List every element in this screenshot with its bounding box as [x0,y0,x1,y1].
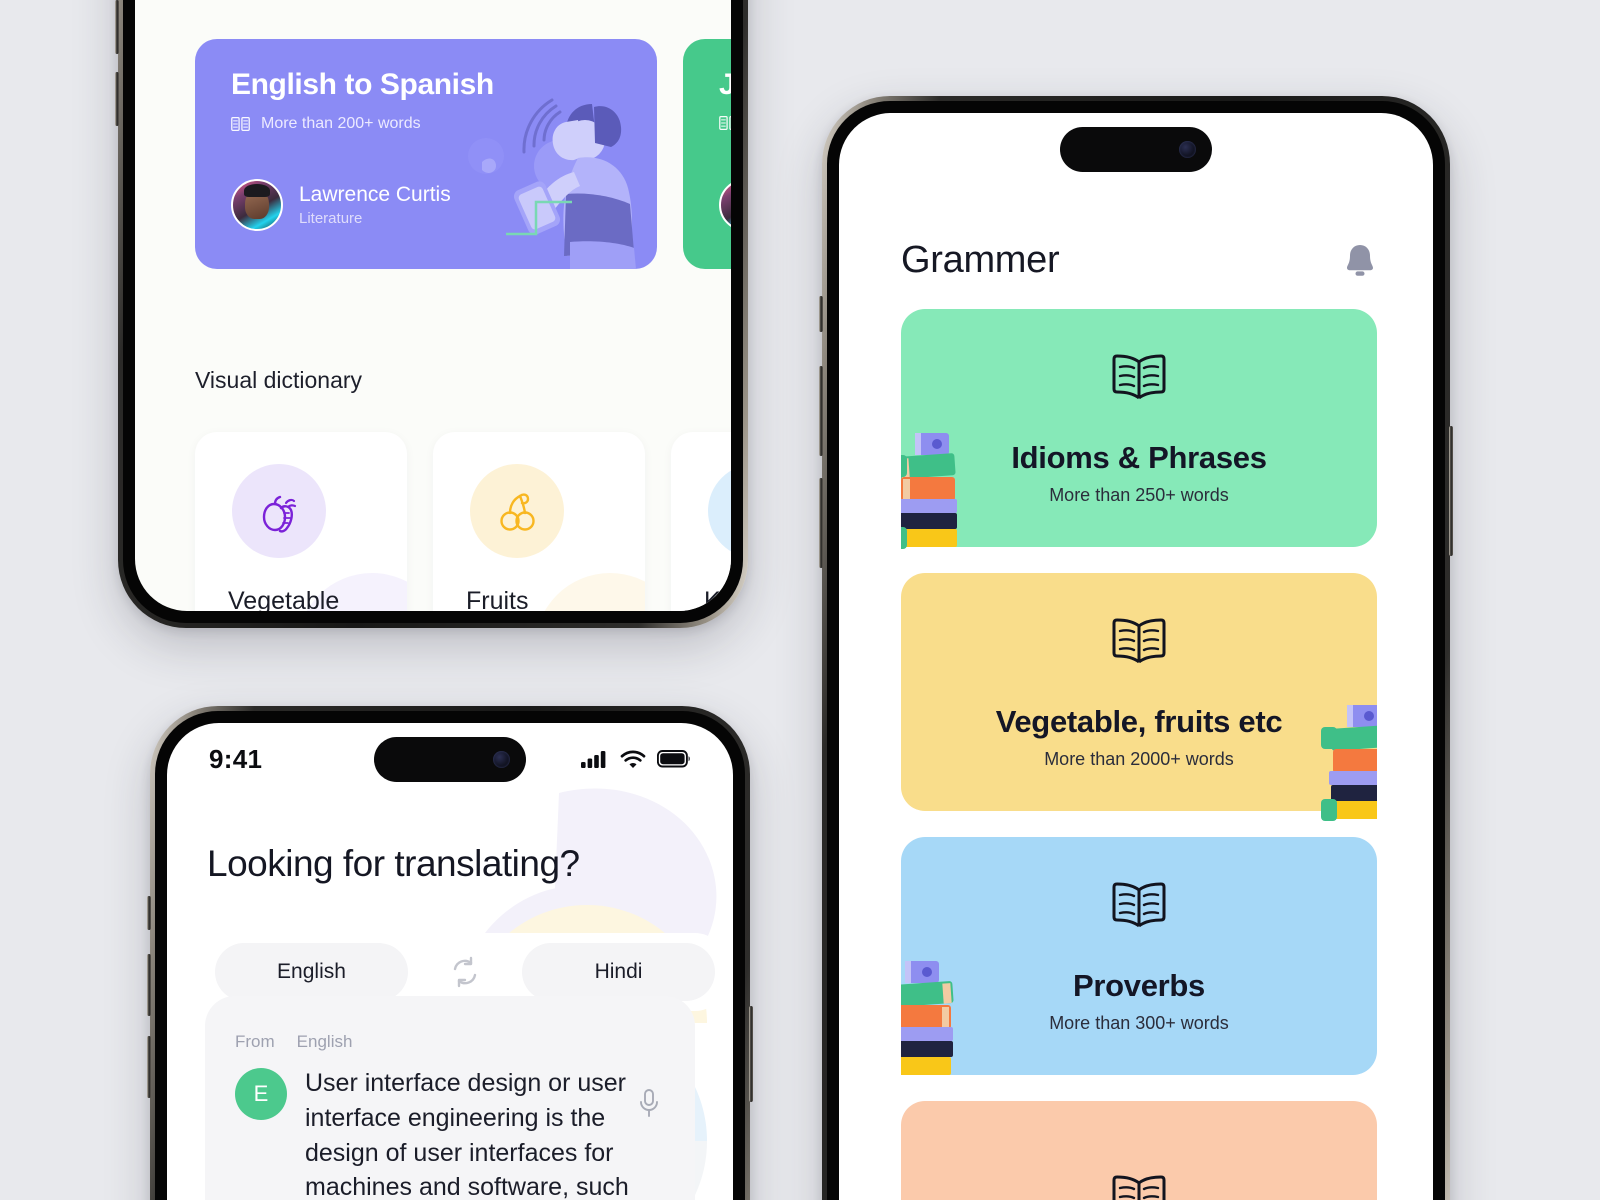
silent-switch[interactable] [147,896,151,930]
kitchen-icon-bubble [708,464,731,558]
volume-down-button[interactable] [819,478,823,568]
wifi-icon [620,750,646,768]
dictionary-name: Kit [704,587,731,611]
target-language-button[interactable]: Hindi [522,943,715,1001]
vegetable-icon [262,495,297,533]
from-language: English [296,1032,353,1051]
phone-home-bezel: English to Spanish More than 200+ words [123,0,743,623]
book-open-icon [719,115,731,130]
teacher-avatar-2 [719,179,731,231]
course-card-row[interactable]: English to Spanish More than 200+ words [195,39,731,269]
front-camera-icon [493,751,510,768]
phone-home-device: English to Spanish More than 200+ words [115,0,748,628]
course-card-second[interactable]: J [683,39,731,269]
book-stack-icon [901,961,954,1075]
phone-translate-bezel: 9:41 Looking for translating? English Hi… [155,711,745,1200]
phone-grammer-device: Grammer Idioms & Phrases More than 250+ … [819,96,1453,1200]
course-card-english-to-spanish[interactable]: English to Spanish More than 200+ words [195,39,657,269]
volume-up-button[interactable] [819,366,823,456]
dynamic-island [374,737,526,782]
course-title-2: J [719,68,731,101]
vegetable-icon-bubble [232,464,326,558]
dictionary-card-kitchen[interactable]: Kit [671,432,731,611]
home-scroll-area[interactable]: English to Spanish More than 200+ words [135,0,731,611]
translate-heading: Looking for translating? [207,843,580,884]
page-title: Grammer [901,239,1060,281]
power-button[interactable] [749,1006,753,1102]
microphone-icon[interactable] [637,1088,661,1120]
grammer-card-list[interactable]: Idioms & Phrases More than 250+ words Ve… [901,309,1377,1200]
book-open-icon [1112,882,1166,928]
from-label: From [235,1032,275,1051]
dictionary-name: Vegetable [228,587,340,611]
phone-translate-screen: 9:41 Looking for translating? English Hi… [167,723,733,1200]
from-row: From English [235,1032,665,1052]
source-language-button[interactable]: English [215,943,408,1001]
course-subtitle-row-2 [719,115,731,131]
source-text-panel[interactable]: From English E User interface design or … [205,996,695,1200]
volume-down-button[interactable] [115,72,119,126]
phone-grammer-screen: Grammer Idioms & Phrases More than 250+ … [839,113,1433,1200]
grammer-card-idioms-and-phrases[interactable]: Idioms & Phrases More than 250+ words [901,309,1377,549]
teacher-name: Lawrence Curtis [299,182,451,206]
cherries-icon-bubble [470,464,564,558]
book-open-icon [1112,1175,1166,1200]
dynamic-island [1060,127,1212,172]
cellular-bars-icon [581,751,606,768]
grammer-card-title: Idioms & Phrases [1011,440,1267,475]
grammer-header: Grammer [901,239,1377,282]
status-time: 9:41 [209,743,263,774]
grammer-card-subtitle: More than 2000+ words [1044,749,1234,769]
cherries-icon [500,493,535,531]
book-open-icon [1112,618,1166,664]
visual-dictionary-row[interactable]: Vegetable 50+ words [195,432,731,611]
volume-up-button[interactable] [115,0,119,54]
phone-home-screen: English to Spanish More than 200+ words [135,0,731,611]
course-subtitle: More than 200+ words [261,114,421,132]
grammer-card-subtitle: More than 300+ words [1049,1013,1229,1033]
visual-dictionary-section-title: Visual dictionary [195,367,363,393]
teacher-role: Literature [299,210,363,228]
course-teacher-2[interactable] [719,179,731,231]
front-camera-icon [1179,141,1196,158]
grammer-card-title: Proverbs [1073,968,1205,1003]
book-open-icon [1112,354,1166,400]
swap-arrows-icon[interactable] [448,955,482,989]
grammer-card-title: Vegetable, fruits etc [995,704,1283,739]
grammer-card-list-clip[interactable]: Idioms & Phrases More than 250+ words Ve… [901,309,1377,1200]
grammer-card-vegetable-fruits[interactable]: Vegetable, fruits etc More than 2000+ wo… [901,573,1377,821]
dictionary-card-vegetable[interactable]: Vegetable 50+ words [195,432,407,611]
status-indicators [581,749,691,769]
bell-icon[interactable] [1343,242,1377,280]
kitchen-icon [730,486,731,536]
volume-up-button[interactable] [147,954,151,1016]
volume-down-button[interactable] [147,1036,151,1098]
source-text[interactable]: User interface design or user interface … [305,1066,635,1200]
grammer-card-subtitle: More than 250+ words [1049,485,1229,505]
phone-grammer-bezel: Grammer Idioms & Phrases More than 250+ … [827,101,1445,1200]
person-listening-illustration [468,98,636,269]
decor-circle [535,573,645,611]
phone-translate-device: 9:41 Looking for translating? English Hi… [147,706,753,1200]
teacher-avatar [231,179,283,231]
silent-switch[interactable] [819,296,823,332]
source-text-body: E User interface design or user interfac… [235,1066,665,1200]
book-open-icon [231,116,250,131]
book-stack-icon [1321,705,1377,821]
book-stack-icon [901,433,957,549]
dictionary-card-fruits[interactable]: Fruits 150+ words [433,432,645,611]
dictionary-name: Fruits [466,587,529,611]
grammer-card-fourth[interactable] [901,1101,1377,1200]
language-badge: E [235,1068,287,1120]
battery-full-icon [657,750,690,768]
power-button[interactable] [1449,426,1453,556]
course-teacher[interactable]: Lawrence Curtis Literature [231,179,451,231]
grammer-card-proverbs[interactable]: Proverbs More than 300+ words [901,837,1377,1075]
